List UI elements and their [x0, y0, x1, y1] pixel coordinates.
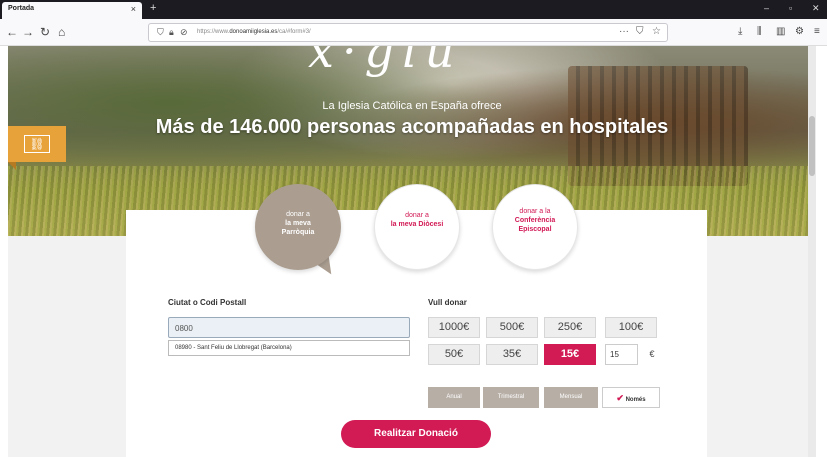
browser-tab[interactable]: Portada ×	[2, 2, 142, 19]
new-tab-icon[interactable]: +	[150, 2, 156, 14]
maximize-icon[interactable]: ▫	[789, 3, 792, 13]
shield-icon[interactable]: ⛉	[157, 27, 164, 38]
city-label: Ciutat o Codi Postall	[168, 298, 247, 307]
diocese-option-line2: la meva Diòcesi	[390, 221, 444, 228]
hero-title: Más de 146.000 personas acompañadas en h…	[155, 116, 669, 138]
browser-window: Portada × + ‒ ▫ ✕ ← → ↻ ⌂ ⛉ 🔒︎ ⊘ https:/…	[0, 0, 827, 457]
amount-50-button[interactable]: 50€	[428, 344, 480, 365]
settings-icon[interactable]: ⚙	[795, 26, 804, 37]
scrollbar[interactable]	[808, 46, 816, 457]
diocese-option-line1: donar a	[405, 212, 429, 219]
url-text: https://www.donoamiiglesia.es/ca/#form#3…	[197, 29, 311, 35]
menu-icon[interactable]: ≡	[814, 26, 820, 37]
custom-amount-input[interactable]: 15	[605, 344, 638, 365]
tab-close-icon[interactable]: ×	[131, 4, 136, 14]
amount-1000-button[interactable]: 1000€	[428, 317, 480, 338]
frequency-annual-button[interactable]: Anual	[428, 387, 480, 408]
sidebar-icon[interactable]: ▥	[776, 26, 785, 37]
amount-500-button[interactable]: 500€	[486, 317, 538, 338]
amount-250-button[interactable]: 250€	[544, 317, 596, 338]
frequency-once-label: Només	[625, 397, 646, 403]
episcopal-option-line3: Episcopal	[518, 226, 552, 233]
link-icon: ⛓	[24, 135, 50, 153]
city-input[interactable]: 0800	[168, 317, 410, 338]
parish-option-line3: Parròquia	[281, 229, 315, 236]
check-icon: ✔	[616, 393, 624, 403]
amount-35-button[interactable]: 35€	[486, 344, 538, 365]
library-icon[interactable]: ⫼	[757, 26, 762, 37]
city-suggestion[interactable]: 08980 - Sant Feliu de Llobregat (Barcelo…	[168, 340, 410, 356]
currency-label: €	[649, 349, 655, 359]
hero-logo: x·giu	[308, 46, 463, 78]
donate-button[interactable]: Realitzar Donació	[341, 420, 491, 448]
web-page: x·giu La Iglesia Católica en España ofre…	[8, 46, 816, 457]
diocese-option[interactable]: donar a la meva Diòcesi	[374, 184, 460, 270]
hero-subtitle: La Iglesia Católica en España ofrece	[322, 100, 502, 112]
reload-icon[interactable]: ↻	[40, 25, 50, 39]
tab-title: Portada	[8, 5, 35, 12]
episcopal-option-line1: donar a la	[519, 208, 551, 215]
forward-icon[interactable]: →	[22, 25, 34, 39]
download-icon[interactable]: ⤓	[738, 26, 742, 37]
episcopal-option[interactable]: donar a la Conferència Episcopal	[492, 184, 578, 270]
home-icon[interactable]: ⌂	[58, 25, 65, 39]
navigation-bar: ← → ↻ ⌂ ⛉ 🔒︎ ⊘ https://www.donoamiiglesi…	[0, 19, 827, 46]
amount-label: Vull donar	[428, 298, 467, 307]
episcopal-option-line2: Conferència	[514, 217, 556, 224]
close-window-icon[interactable]: ✕	[812, 3, 820, 14]
frequency-once-button[interactable]: ✔ Només	[602, 387, 660, 408]
tab-strip: Portada × + ‒ ▫ ✕	[0, 0, 827, 19]
tracking-icon[interactable]: ⊘	[180, 27, 188, 38]
lock-icon[interactable]: 🔒︎	[169, 27, 174, 38]
scrollbar-thumb[interactable]	[809, 116, 815, 176]
bookmark-star-icon[interactable]: ☆	[652, 26, 661, 37]
parish-option-line1: donar a	[286, 211, 310, 218]
amount-15-button[interactable]: 15€	[544, 344, 596, 365]
back-icon[interactable]: ←	[6, 25, 18, 39]
amount-100-button[interactable]: 100€	[605, 317, 657, 338]
parish-option-line2: la meva	[285, 220, 311, 227]
pocket-icon[interactable]: ⛉	[636, 26, 644, 37]
minimize-icon[interactable]: ‒	[764, 3, 769, 13]
parish-option[interactable]: donar a la meva Parròquia	[255, 184, 341, 270]
frequency-monthly-button[interactable]: Mensual	[544, 387, 598, 408]
frequency-quarterly-button[interactable]: Trimestral	[483, 387, 539, 408]
share-link-button[interactable]: ⛓	[8, 126, 66, 170]
page-actions-icon[interactable]: ···	[619, 26, 629, 37]
url-bar[interactable]: ⛉ 🔒︎ ⊘ https://www.donoamiiglesia.es/ca/…	[148, 23, 668, 42]
